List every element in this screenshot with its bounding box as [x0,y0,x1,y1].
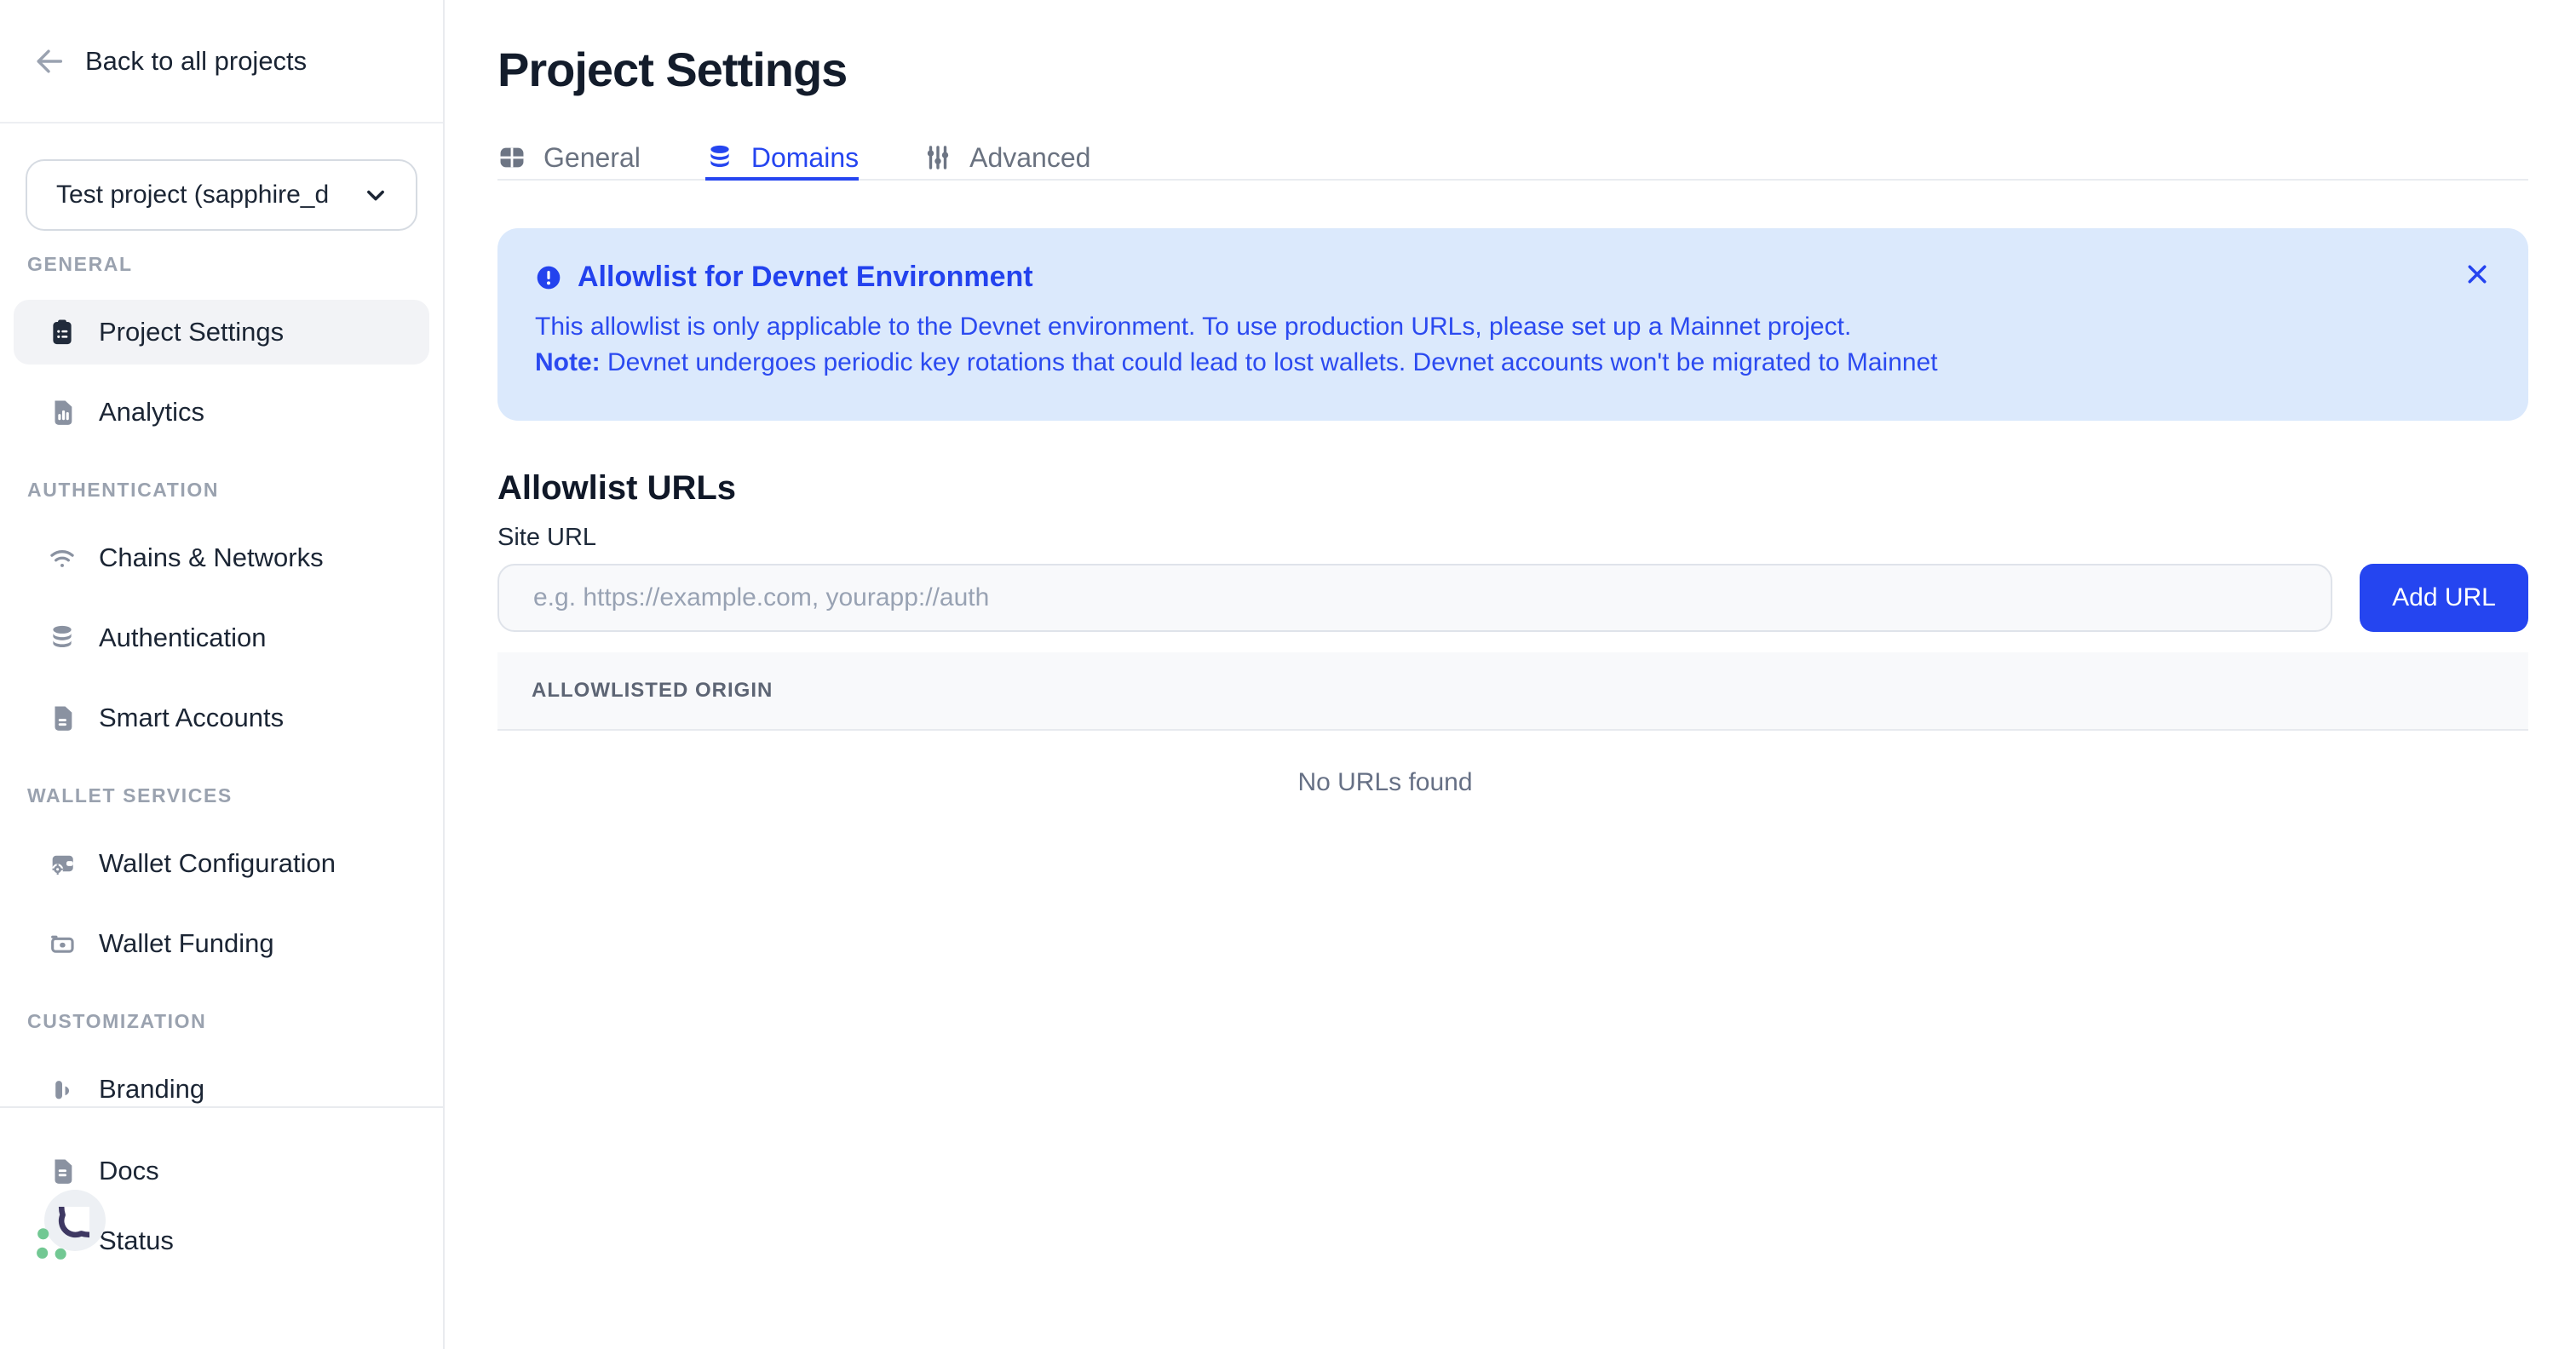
database-icon [48,623,77,652]
section-label-customization: CUSTOMIZATION [14,1010,429,1033]
sidebar-item-label: Docs [99,1156,159,1186]
sidebar-nav: GENERAL Project Settings [0,231,443,1106]
sidebar-item-label: Status [99,1226,174,1256]
sidebar-item-label: Authentication [99,623,266,653]
card-icon [48,929,77,958]
sidebar-item-chains-networks[interactable]: Chains & Networks [14,525,429,590]
banner-title: Allowlist for Devnet Environment [578,261,1033,294]
page-title: Project Settings [497,41,2528,99]
sidebar-item-wallet-funding[interactable]: Wallet Funding [14,911,429,976]
sidebar-footer: Docs Status [0,1106,443,1349]
wifi-icon [48,543,77,572]
chevron-down-icon [361,181,390,210]
wallet-gear-icon [48,849,77,878]
cookie-consent-widget[interactable] [20,1207,89,1277]
tab-advanced[interactable]: Advanced [923,138,1090,179]
project-selector-value: Test project (sapphire_d [56,181,329,210]
section-label-general: GENERAL [14,253,429,276]
sidebar-item-smart-accounts[interactable]: Smart Accounts [14,686,429,750]
site-url-input[interactable] [497,564,2332,632]
sidebar-item-label: Wallet Configuration [99,848,336,879]
sidebar-item-label: Chains & Networks [99,542,324,573]
tab-general[interactable]: General [497,138,641,179]
document-icon [48,703,77,732]
tab-bar: General Domains Advanced [497,138,2528,181]
docs-icon [48,1157,77,1185]
banner-line1: This allowlist is only applicable to the… [535,309,2491,345]
add-url-button[interactable]: Add URL [2360,564,2528,632]
sidebar-item-analytics[interactable]: Analytics [14,380,429,445]
sidebar-item-label: Project Settings [99,317,284,347]
database-icon [705,143,734,172]
back-to-projects-link[interactable]: Back to all projects [0,0,443,123]
allowlist-heading: Allowlist URLs [497,467,2528,509]
back-link-label: Back to all projects [85,46,307,77]
site-url-label: Site URL [497,523,2528,552]
devnet-allowlist-banner: Allowlist for Devnet Environment This al… [497,228,2528,421]
arrow-left-icon [34,47,63,76]
analytics-icon [48,398,77,427]
main-content: Project Settings General Domains [446,0,2576,1349]
tab-domains[interactable]: Domains [705,138,859,179]
sliders-icon [923,143,952,172]
table-header-allowlisted-origin: ALLOWLISTED ORIGIN [532,679,773,703]
banner-note-text: Devnet undergoes periodic key rotations … [601,348,1938,376]
section-label-authentication: AUTHENTICATION [14,479,429,502]
sidebar-item-branding[interactable]: Branding [14,1057,429,1106]
banner-line2: Note: Devnet undergoes periodic key rota… [535,345,2491,381]
sidebar-item-label: Analytics [99,397,204,428]
empty-state-text: No URLs found [497,731,2528,797]
sidebar-item-project-settings[interactable]: Project Settings [14,300,429,365]
banner-body: This allowlist is only applicable to the… [535,309,2491,381]
project-selector-dropdown[interactable]: Test project (sapphire_d [26,159,417,231]
tab-label: General [543,142,641,174]
grid-icon [497,143,526,172]
section-label-wallet-services: WALLET SERVICES [14,784,429,807]
sidebar-item-label: Wallet Funding [99,928,274,959]
sidebar-item-authentication[interactable]: Authentication [14,606,429,670]
sidebar: Back to all projects Test project (sapph… [0,0,445,1349]
close-icon[interactable] [2460,257,2494,291]
banner-note-label: Note: [535,348,601,376]
clipboard-icon [48,318,77,347]
sidebar-item-label: Branding [99,1074,204,1105]
tab-label: Domains [751,142,859,174]
site-url-row: Add URL [497,564,2528,632]
branding-icon [48,1075,77,1104]
tab-label: Advanced [969,142,1090,174]
allowlist-table: ALLOWLISTED ORIGIN No URLs found [497,652,2528,797]
sidebar-item-wallet-configuration[interactable]: Wallet Configuration [14,831,429,896]
info-circle-icon [535,264,562,291]
sidebar-item-label: Smart Accounts [99,703,284,733]
table-header-row: ALLOWLISTED ORIGIN [497,652,2528,731]
